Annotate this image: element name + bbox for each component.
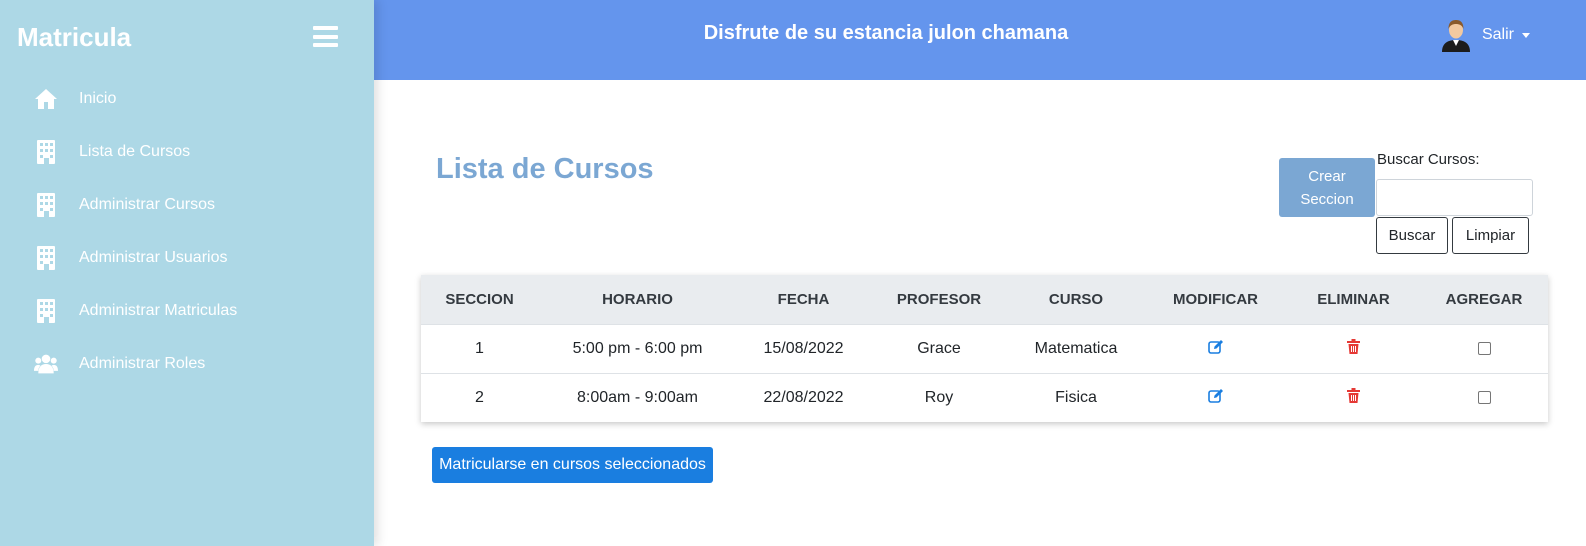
cell-modificar [1144,324,1287,373]
home-icon [34,87,58,111]
column-header-seccion: SECCION [421,275,538,325]
edit-icon[interactable] [1207,339,1224,359]
sidebar: Matricula Inicio Lista de Cursos Adminis… [0,0,374,546]
cell-eliminar [1287,324,1420,373]
page-title: Lista de Cursos [436,153,654,185]
cell-profesor: Roy [870,372,1008,422]
add-course-checkbox[interactable] [1477,341,1491,355]
column-header-fecha: FECHA [737,275,870,325]
cell-modificar [1144,372,1287,422]
create-section-button[interactable]: Crear Seccion [1279,158,1375,217]
table-row: 2 8:00am - 9:00am 22/08/2022 Roy Fisica [421,372,1548,422]
column-header-profesor: PROFESOR [870,275,1008,325]
sidebar-nav: Inicio Lista de Cursos Administrar Curso… [0,72,374,390]
column-header-horario: HORARIO [538,275,737,325]
cell-curso: Matematica [1034,339,1118,357]
sidebar-item-label: Administrar Cursos [79,195,216,213]
cell-curso: Fisica [1008,372,1144,422]
add-course-checkbox[interactable] [1477,391,1491,405]
edit-icon[interactable] [1207,388,1224,408]
trash-icon[interactable] [1347,387,1360,408]
sidebar-item-label: Administrar Roles [79,354,206,372]
cell-seccion: 2 [421,372,538,422]
sidebar-item-lista-cursos[interactable]: Lista de Cursos [0,125,374,178]
building-icon [34,192,58,217]
column-header-modificar: MODIFICAR [1144,275,1287,325]
building-icon [34,298,58,323]
search-button[interactable]: Buscar [1376,217,1448,254]
sidebar-item-administrar-usuarios[interactable]: Administrar Usuarios [0,231,374,284]
sidebar-item-label: Administrar Usuarios [79,248,228,266]
cell-horario: 5:00 pm - 6:00 pm [572,339,703,357]
cell-fecha: 22/08/2022 [737,372,870,422]
column-header-curso: CURSO [1008,275,1144,325]
users-icon [34,352,58,376]
cell-fecha: 15/08/2022 [763,339,844,357]
create-button-line2: Seccion [1300,190,1354,208]
cell-horario: 8:00am - 9:00am [538,372,737,422]
sidebar-item-administrar-cursos[interactable]: Administrar Cursos [0,178,374,231]
search-label: Buscar Cursos: [1377,151,1480,168]
brand-logo[interactable]: Matricula [17,22,131,53]
clear-button[interactable]: Limpiar [1452,217,1529,254]
cell-agregar [1420,324,1548,373]
search-input[interactable] [1376,179,1533,216]
table-row: 1 5:00 pm - 6:00 pm 15/08/2022 Grace Mat… [421,324,1548,373]
courses-table: SECCION HORARIO FECHA PROFESOR CURSO MOD… [421,275,1548,422]
building-icon [34,245,58,270]
user-avatar-icon [1440,18,1472,52]
user-menu[interactable]: Salir [1440,18,1530,52]
building-icon [34,139,58,164]
sidebar-item-inicio[interactable]: Inicio [0,72,374,125]
cell-profesor: Grace [917,339,961,357]
welcome-message: Disfrute de su estancia julon chamana [703,22,1069,44]
create-button-line1: Crear [1308,167,1346,185]
top-header: Disfrute de su estancia julon chamana Sa… [374,0,1586,80]
trash-icon[interactable] [1347,338,1360,359]
sidebar-item-label: Inicio [79,89,117,107]
sidebar-item-label: Administrar Matriculas [79,301,238,319]
cell-seccion: 1 [475,339,484,357]
column-header-agregar: AGREGAR [1420,275,1548,325]
sidebar-item-administrar-roles[interactable]: Administrar Roles [0,337,374,390]
cell-eliminar [1287,372,1420,422]
enroll-selected-button[interactable]: Matricularse en cursos seleccionados [432,447,713,483]
chevron-down-icon [1522,32,1530,38]
table-header-row: SECCION HORARIO FECHA PROFESOR CURSO MOD… [421,275,1548,325]
menu-toggle-icon[interactable] [313,26,338,47]
sidebar-item-label: Lista de Cursos [79,142,191,160]
logout-label: Salir [1481,26,1514,43]
sidebar-item-administrar-matriculas[interactable]: Administrar Matriculas [0,284,374,337]
column-header-eliminar: ELIMINAR [1287,275,1420,325]
cell-agregar [1420,372,1548,422]
